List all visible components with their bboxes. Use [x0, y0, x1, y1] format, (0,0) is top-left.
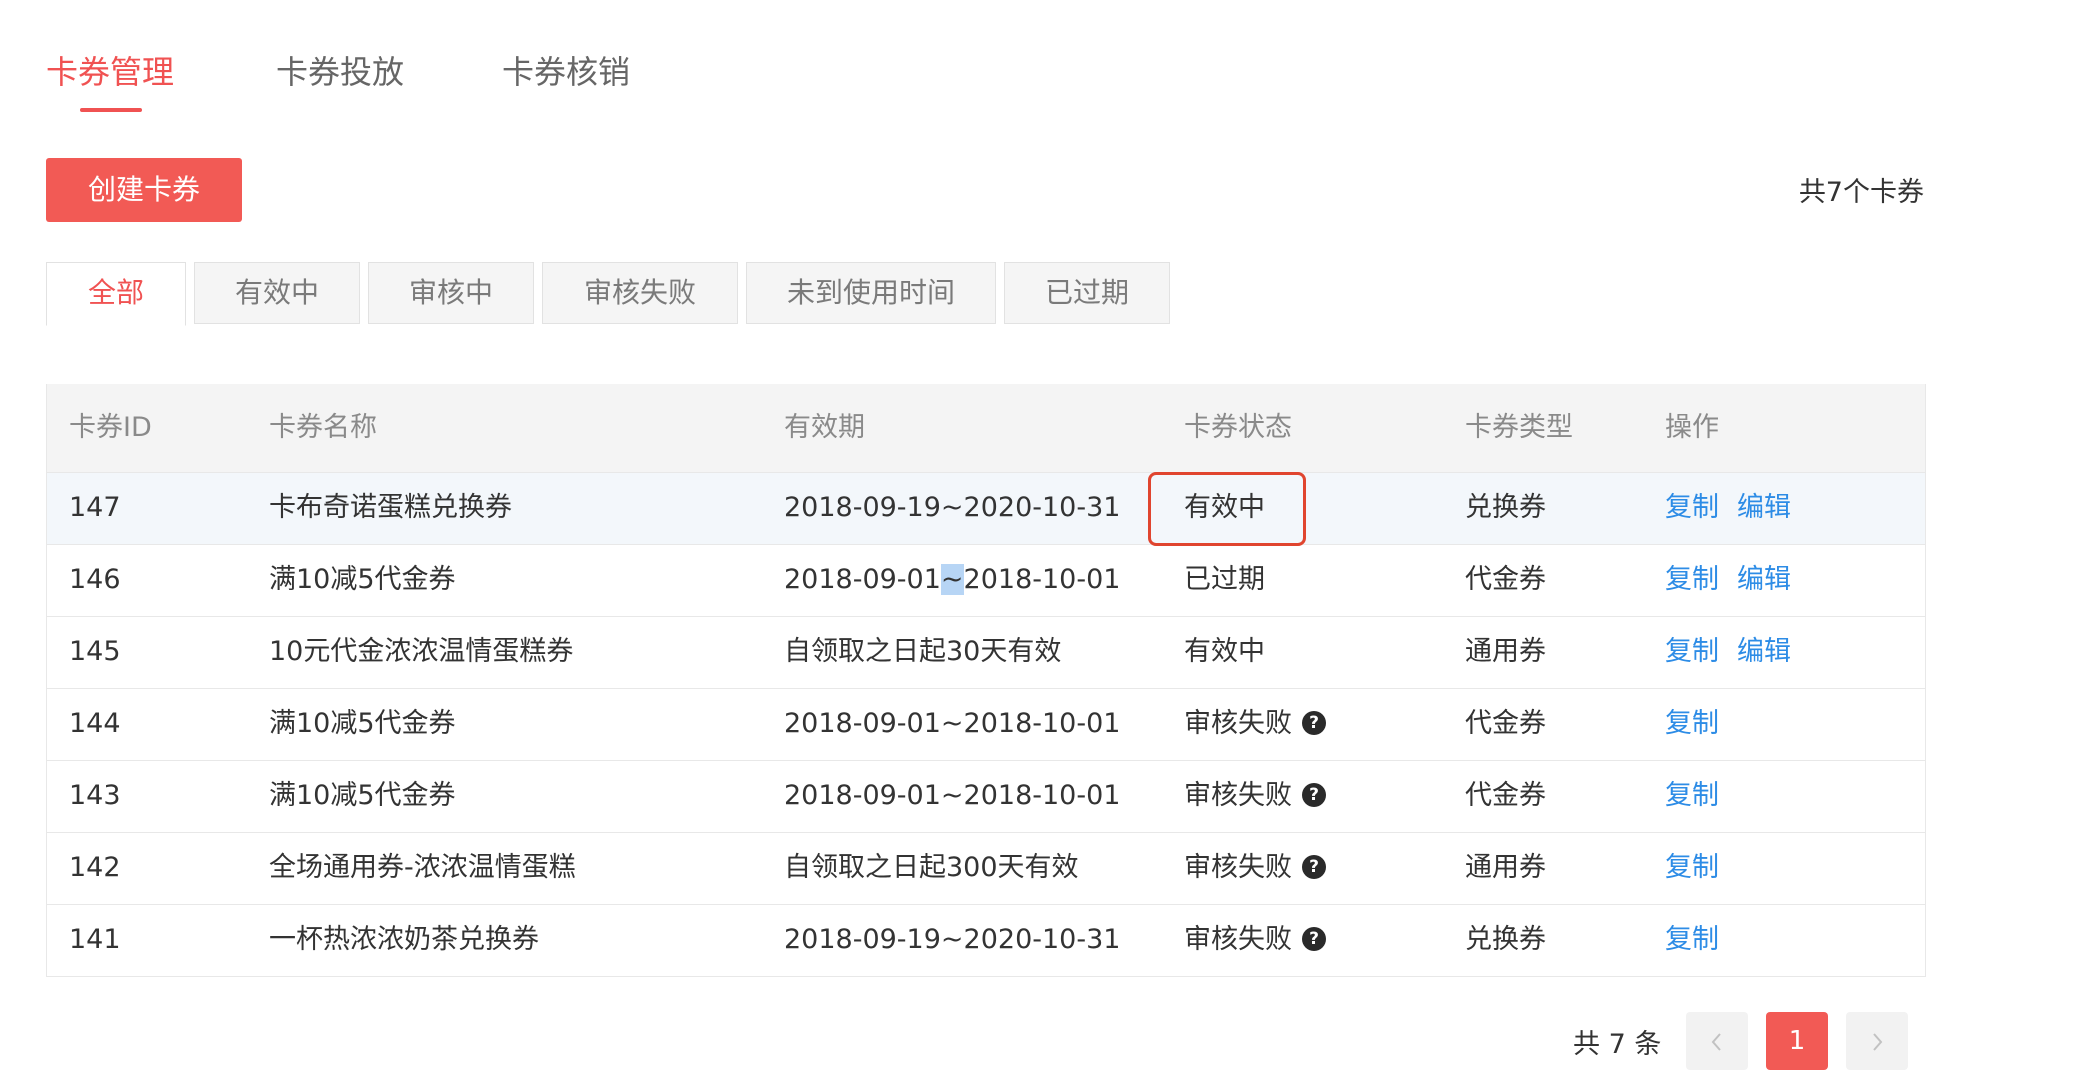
cell-actions: 复制 编辑	[1665, 545, 1809, 615]
cell-name: 满10减5代金券	[269, 564, 456, 595]
filter-tab-active[interactable]: 有效中	[194, 262, 360, 324]
tab-coupon-management[interactable]: 卡券管理	[46, 48, 175, 112]
cell-name: 卡布奇诺蛋糕兑换券	[269, 492, 512, 523]
cell-status: 审核失败?	[1184, 905, 1326, 975]
edit-link[interactable]: 编辑	[1737, 492, 1791, 523]
active-tab-underline	[80, 108, 142, 112]
cell-name: 全场通用券-浓浓温情蛋糕	[269, 852, 576, 883]
cell-name: 满10减5代金券	[269, 780, 456, 811]
tab-coupon-distribution[interactable]: 卡券投放	[276, 48, 404, 96]
cell-status: 有效中	[1184, 636, 1265, 667]
tab-label: 卡券核销	[502, 53, 631, 91]
cell-id: 146	[69, 564, 121, 595]
pagination-next-button[interactable]	[1846, 1012, 1908, 1070]
filter-tab-reviewing[interactable]: 审核中	[368, 262, 534, 324]
cell-type: 代金券	[1465, 780, 1546, 811]
cell-id: 141	[69, 924, 121, 955]
cell-id: 147	[69, 492, 121, 523]
cell-validity: 2018-09-19~2020-10-31	[784, 492, 1121, 523]
cell-actions: 复制	[1665, 905, 1737, 975]
column-header-name: 卡券名称	[269, 412, 377, 443]
cell-validity: 2018-09-01~2018-10-01	[784, 545, 1120, 615]
cell-type: 兑换券	[1465, 492, 1546, 523]
cell-actions: 复制 编辑	[1665, 473, 1809, 543]
table-header: 卡券ID 卡券名称 有效期 卡券状态 卡券类型 操作	[47, 384, 1925, 472]
copy-link[interactable]: 复制	[1665, 780, 1719, 811]
tab-label: 卡券投放	[276, 53, 405, 91]
cell-validity: 自领取之日起300天有效	[784, 852, 1079, 883]
cell-actions: 复制	[1665, 689, 1737, 759]
table-row: 144 满10减5代金券 2018-09-01~2018-10-01 审核失败?…	[47, 688, 1925, 760]
question-mark-icon[interactable]: ?	[1302, 854, 1326, 879]
chevron-right-icon	[1873, 1032, 1883, 1051]
copy-link[interactable]: 复制	[1665, 708, 1719, 739]
table-row: 142 全场通用券-浓浓温情蛋糕 自领取之日起300天有效 审核失败? 通用券 …	[47, 832, 1925, 904]
edit-link[interactable]: 编辑	[1737, 564, 1791, 595]
status-text: 审核失败	[1184, 780, 1292, 811]
create-coupon-button[interactable]: 创建卡券	[46, 158, 242, 222]
pagination-page-1[interactable]: 1	[1766, 1012, 1828, 1070]
coupon-count: 共7个卡券	[1798, 177, 1924, 208]
table-row: 143 满10减5代金券 2018-09-01~2018-10-01 审核失败?…	[47, 760, 1925, 832]
copy-link[interactable]: 复制	[1665, 924, 1719, 955]
table-row: 147 卡布奇诺蛋糕兑换券 2018-09-19~2020-10-31 有效中 …	[47, 472, 1925, 544]
cell-id: 142	[69, 852, 121, 883]
copy-link[interactable]: 复制	[1665, 636, 1719, 667]
column-header-validity: 有效期	[784, 412, 865, 443]
pagination-prev-button[interactable]	[1686, 1012, 1748, 1070]
question-mark-icon[interactable]: ?	[1302, 926, 1326, 951]
cell-validity: 2018-09-01~2018-10-01	[784, 708, 1121, 739]
edit-link[interactable]: 编辑	[1737, 636, 1791, 667]
status-highlight-box	[1148, 472, 1306, 546]
cell-id: 143	[69, 780, 121, 811]
table-row: 141 一杯热浓浓奶茶兑换券 2018-09-19~2020-10-31 审核失…	[47, 904, 1925, 976]
filter-tab-expired[interactable]: 已过期	[1004, 262, 1170, 324]
copy-link[interactable]: 复制	[1665, 492, 1719, 523]
tab-coupon-redemption[interactable]: 卡券核销	[502, 48, 630, 96]
copy-link[interactable]: 复制	[1665, 852, 1719, 883]
cell-actions: 复制	[1665, 833, 1737, 903]
cell-validity: 2018-09-01~2018-10-01	[784, 780, 1121, 811]
chevron-left-icon	[1711, 1032, 1721, 1051]
status-text: 审核失败	[1184, 924, 1292, 955]
coupon-table: 卡券ID 卡券名称 有效期 卡券状态 卡券类型 操作 147 卡布奇诺蛋糕兑换券…	[46, 384, 1926, 977]
column-header-actions: 操作	[1665, 412, 1719, 443]
copy-link[interactable]: 复制	[1665, 564, 1719, 595]
cell-status: 审核失败?	[1184, 689, 1326, 759]
cell-id: 144	[69, 708, 121, 739]
cell-status: 已过期	[1184, 564, 1265, 595]
filter-tab-not-started[interactable]: 未到使用时间	[746, 262, 996, 324]
text-selection-highlight: ~	[940, 564, 964, 595]
cell-name: 满10减5代金券	[269, 708, 456, 739]
cell-actions: 复制 编辑	[1665, 617, 1809, 687]
question-mark-icon[interactable]: ?	[1302, 782, 1326, 807]
validity-text: 2018-09-01~2018-10-01	[784, 564, 1121, 595]
cell-type: 通用券	[1465, 852, 1546, 883]
filter-tab-all[interactable]: 全部	[46, 262, 186, 326]
cell-actions: 复制	[1665, 761, 1737, 831]
tab-label: 卡券管理	[46, 53, 175, 91]
status-text: 审核失败	[1184, 852, 1292, 883]
column-header-status: 卡券状态	[1184, 412, 1292, 443]
filter-tab-review-failed[interactable]: 审核失败	[542, 262, 738, 324]
status-text: 审核失败	[1184, 708, 1292, 739]
cell-validity: 自领取之日起30天有效	[784, 636, 1062, 667]
table-row: 145 10元代金浓浓温情蛋糕券 自领取之日起30天有效 有效中 通用券 复制编…	[47, 616, 1925, 688]
cell-type: 通用券	[1465, 636, 1546, 667]
question-mark-icon[interactable]: ?	[1302, 710, 1326, 735]
cell-validity: 2018-09-19~2020-10-31	[784, 924, 1121, 955]
coupon-management-page: 卡券管理 卡券投放 卡券核销 创建卡券 共7个卡券 全部 有效中 审核中 审核失…	[0, 0, 2074, 1080]
cell-status: 审核失败?	[1184, 761, 1326, 831]
column-header-type: 卡券类型	[1465, 412, 1573, 443]
cell-name: 一杯热浓浓奶茶兑换券	[269, 924, 539, 955]
cell-id: 145	[69, 636, 121, 667]
cell-type: 兑换券	[1465, 924, 1546, 955]
cell-status: 审核失败?	[1184, 833, 1326, 903]
cell-type: 代金券	[1465, 564, 1546, 595]
cell-name: 10元代金浓浓温情蛋糕券	[269, 636, 574, 667]
table-row: 146 满10减5代金券 2018-09-01~2018-10-01 已过期 代…	[47, 544, 1925, 616]
cell-type: 代金券	[1465, 708, 1546, 739]
column-header-id: 卡券ID	[69, 412, 152, 443]
pagination-total: 共 7 条	[1573, 1029, 1662, 1060]
